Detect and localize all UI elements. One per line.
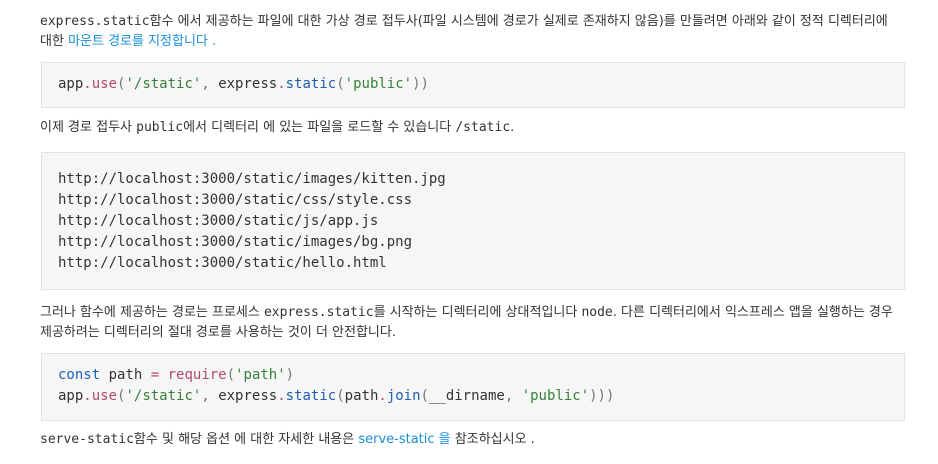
code-line: app.use('/static', express.static(path.j…: [58, 386, 888, 407]
paragraph-text: 이제 경로 접두사: [40, 120, 137, 135]
code-line: http://localhost:3000/static/images/kitt…: [58, 171, 446, 187]
code-block-static-mount: app.use('/static', express.static('publi…: [41, 62, 905, 108]
mount-path-link[interactable]: 마운트 경로를 지정합니다 .: [68, 34, 216, 49]
code-token: .: [378, 388, 387, 404]
code-token: (: [336, 388, 345, 404]
paragraph-text: 그러나 함수에 제공하는 경로는 프로세스: [40, 305, 264, 320]
code-line: const path = require('path'): [58, 365, 888, 386]
paragraph-text: 를 시작하는 디렉터리에 상대적입니다: [373, 305, 582, 320]
code-token: '/static': [125, 76, 202, 92]
code-token: 'public': [521, 388, 590, 404]
code-token: '/static': [125, 388, 202, 404]
code-token: (: [336, 76, 345, 92]
code-token: ,: [201, 76, 219, 92]
code-token: join: [386, 388, 421, 404]
code-token: .: [277, 76, 286, 92]
code-token: .: [83, 76, 92, 92]
code-token: 'path': [235, 367, 286, 383]
code-line: http://localhost:3000/static/images/bg.p…: [58, 234, 413, 250]
paragraph-text: 제공하려는 디렉터리의 절대 경로를 사용하는 것이 더 안전합니다.: [40, 325, 396, 340]
code-token: .: [83, 388, 92, 404]
code-token: )): [412, 76, 429, 92]
code-token: app: [58, 76, 84, 92]
inline-code-express-static: express.static: [263, 305, 374, 320]
code-line: http://localhost:3000/static/js/app.js: [58, 213, 379, 229]
inline-code-static-path: /static: [455, 120, 511, 135]
code-line: app.use('/static', express.static('publi…: [58, 74, 888, 95]
paragraph-text: 함수 에서 제공하는 파일에 대한 가상 경로 접두사(파일 시스템에 경로가 …: [149, 14, 888, 29]
code-token: path: [344, 388, 379, 404]
inline-code-serve-static: serve-static: [40, 432, 134, 447]
code-token: ,: [201, 388, 219, 404]
code-token: ): [285, 367, 295, 383]
code-token: __dirname: [428, 388, 505, 404]
code-token: static: [285, 388, 337, 404]
code-token: app: [58, 388, 84, 404]
code-token: use: [91, 388, 118, 404]
code-token: const: [58, 367, 101, 383]
docs-content: express.static함수 에서 제공하는 파일에 대한 가상 경로 접두…: [0, 0, 938, 464]
paragraph-text: . 다른 디렉터리에서 익스프레스 앱을 실행하는 경우: [612, 305, 893, 320]
code-token: ,: [504, 388, 522, 404]
code-token: require: [167, 367, 227, 383]
code-token: .: [277, 388, 286, 404]
paragraph-text: 에서 디렉터리 에 있는 파일을 로드할 수 있습니다: [183, 120, 456, 135]
inline-code-express-static: express.static: [40, 14, 150, 29]
code-token: express: [218, 388, 278, 404]
code-line: http://localhost:3000/static/css/style.c…: [58, 192, 413, 208]
code-token: use: [91, 76, 118, 92]
paragraph-relative-path: 그러나 함수에 제공하는 경로는 프로세스 express.static를 시작…: [40, 303, 912, 343]
code-token: express: [218, 76, 278, 92]
code-token: (: [226, 367, 236, 383]
paragraph-text: 대한: [40, 34, 69, 49]
paragraph-serve-static: serve-static함수 및 해당 옵션 에 대한 자세한 내용은 serv…: [40, 430, 912, 450]
code-block-absolute-path: const path = require('path') app.use('/s…: [41, 353, 905, 421]
inline-code-public: public: [136, 120, 184, 135]
code-line: http://localhost:3000/static/hello.html: [58, 255, 387, 271]
code-token: 'public': [344, 76, 413, 92]
paragraph-static-intro: express.static함수 에서 제공하는 파일에 대한 가상 경로 접두…: [40, 12, 912, 52]
code-token: =: [150, 367, 160, 383]
code-token: path: [100, 367, 151, 383]
paragraph-text: 참조하십시오 .: [450, 432, 535, 447]
paragraph-text: .: [510, 120, 515, 135]
paragraph-load-files: 이제 경로 접두사 public에서 디렉터리 에 있는 파일을 로드할 수 있…: [40, 118, 912, 138]
code-block-urls: http://localhost:3000/static/images/kitt…: [41, 152, 905, 290]
code-token: static: [285, 76, 337, 92]
paragraph-text: 함수 및 해당 옵션 에 대한 자세한 내용은: [133, 432, 359, 447]
code-token: (: [420, 388, 429, 404]
serve-static-link[interactable]: serve-static 을: [358, 432, 450, 447]
inline-code-node: node: [581, 305, 613, 320]
code-token: ))): [589, 388, 615, 404]
